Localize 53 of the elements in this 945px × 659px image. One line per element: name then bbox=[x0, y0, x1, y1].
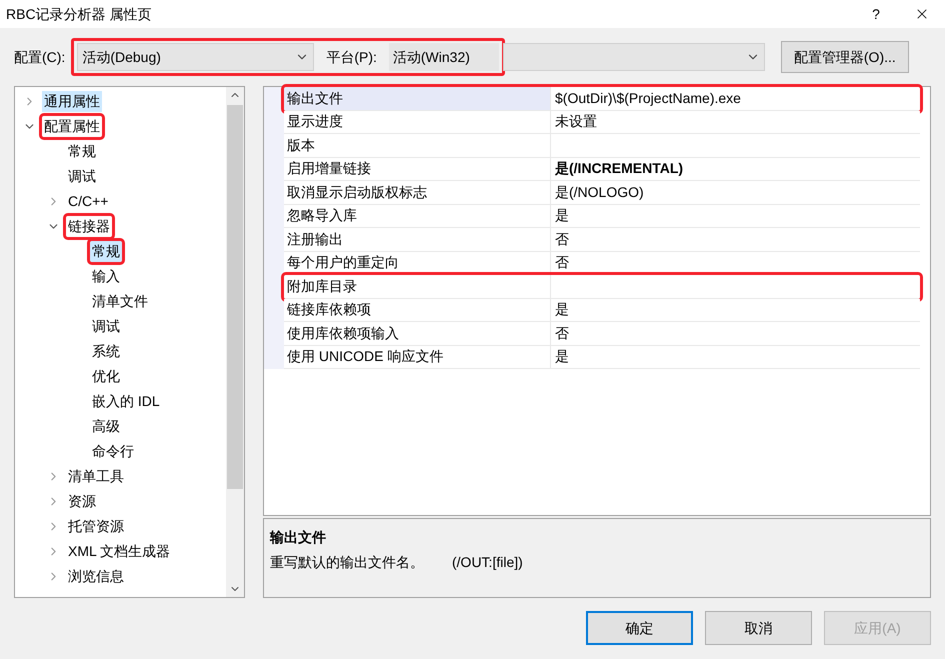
dialog-button[interactable]: 取消 bbox=[705, 611, 812, 645]
property-value: 否 bbox=[555, 253, 569, 272]
property-name: 显示进度 bbox=[284, 110, 551, 133]
property-value: 是(/INCREMENTAL) bbox=[555, 159, 684, 178]
property-value: 未设置 bbox=[555, 112, 597, 132]
tree-item[interactable]: 清单工具 bbox=[66, 466, 126, 487]
description-text: 重写默认的输出文件名。 bbox=[270, 553, 424, 572]
property-value: $(OutDir)\$(ProjectName).exe bbox=[555, 88, 741, 108]
property-name: 注册输出 bbox=[284, 228, 551, 250]
tree-item[interactable]: 链接器 bbox=[66, 216, 112, 237]
property-name: 取消显示启动版权标志 bbox=[284, 181, 551, 204]
platform-dropdown[interactable]: 活动(Win32) bbox=[388, 43, 499, 71]
property-name: 使用 UNICODE 响应文件 bbox=[284, 346, 551, 368]
property-value: 是 bbox=[555, 347, 569, 366]
tree-item[interactable]: 通用属性 bbox=[42, 91, 102, 112]
property-value: 否 bbox=[555, 324, 569, 343]
property-name: 忽略导入库 bbox=[284, 204, 551, 227]
property-name: 输出文件 bbox=[284, 87, 551, 110]
dialog-button[interactable]: 确定 bbox=[586, 611, 693, 645]
config-label: 配置(C): bbox=[14, 48, 66, 67]
property-name: 启用增量链接 bbox=[284, 158, 551, 180]
config-manager-button[interactable]: 配置管理器(O)... bbox=[780, 41, 909, 73]
property-value: 否 bbox=[555, 230, 569, 249]
tree-item[interactable]: 常规 bbox=[90, 241, 122, 262]
tree-item[interactable]: 浏览信息 bbox=[66, 566, 126, 587]
tree-item[interactable]: XML 文档生成器 bbox=[66, 541, 172, 562]
property-value: 是(/NOLOGO) bbox=[555, 182, 644, 202]
property-value: 是 bbox=[555, 300, 569, 320]
description-option: (/OUT:[file]) bbox=[452, 552, 523, 573]
tree-item[interactable]: 系统 bbox=[90, 341, 122, 362]
property-name: 版本 bbox=[284, 134, 551, 156]
property-value: 是 bbox=[555, 206, 569, 226]
property-name: 附加库目录 bbox=[284, 275, 551, 298]
tree-item[interactable]: 高级 bbox=[90, 416, 122, 437]
tree-item[interactable]: C/C++ bbox=[66, 191, 110, 212]
platform-label: 平台(P): bbox=[325, 48, 378, 67]
tree-item[interactable]: 优化 bbox=[90, 366, 122, 387]
tree-item[interactable]: 托管资源 bbox=[66, 516, 126, 537]
window-title: RBC记录分析器 属性页 bbox=[6, 4, 152, 24]
property-name: 链接库依赖项 bbox=[284, 298, 551, 321]
tree-item[interactable]: 命令行 bbox=[90, 441, 136, 462]
property-name: 使用库依赖项输入 bbox=[284, 322, 551, 344]
config-dropdown[interactable]: 活动(Debug) bbox=[77, 43, 314, 71]
tree-item[interactable]: 嵌入的 IDL bbox=[90, 391, 162, 412]
tree-item[interactable]: 常规 bbox=[66, 141, 98, 162]
tree-item[interactable]: 输入 bbox=[90, 266, 122, 287]
tree-item[interactable]: 调试 bbox=[66, 166, 98, 187]
help-button[interactable]: ? bbox=[853, 0, 899, 28]
description-title: 输出文件 bbox=[270, 528, 327, 547]
tree-item[interactable]: 配置属性 bbox=[42, 116, 102, 137]
tree-item[interactable]: 清单文件 bbox=[90, 291, 150, 312]
tree-item[interactable]: 调试 bbox=[90, 316, 122, 337]
tree-item[interactable]: 资源 bbox=[66, 491, 98, 512]
